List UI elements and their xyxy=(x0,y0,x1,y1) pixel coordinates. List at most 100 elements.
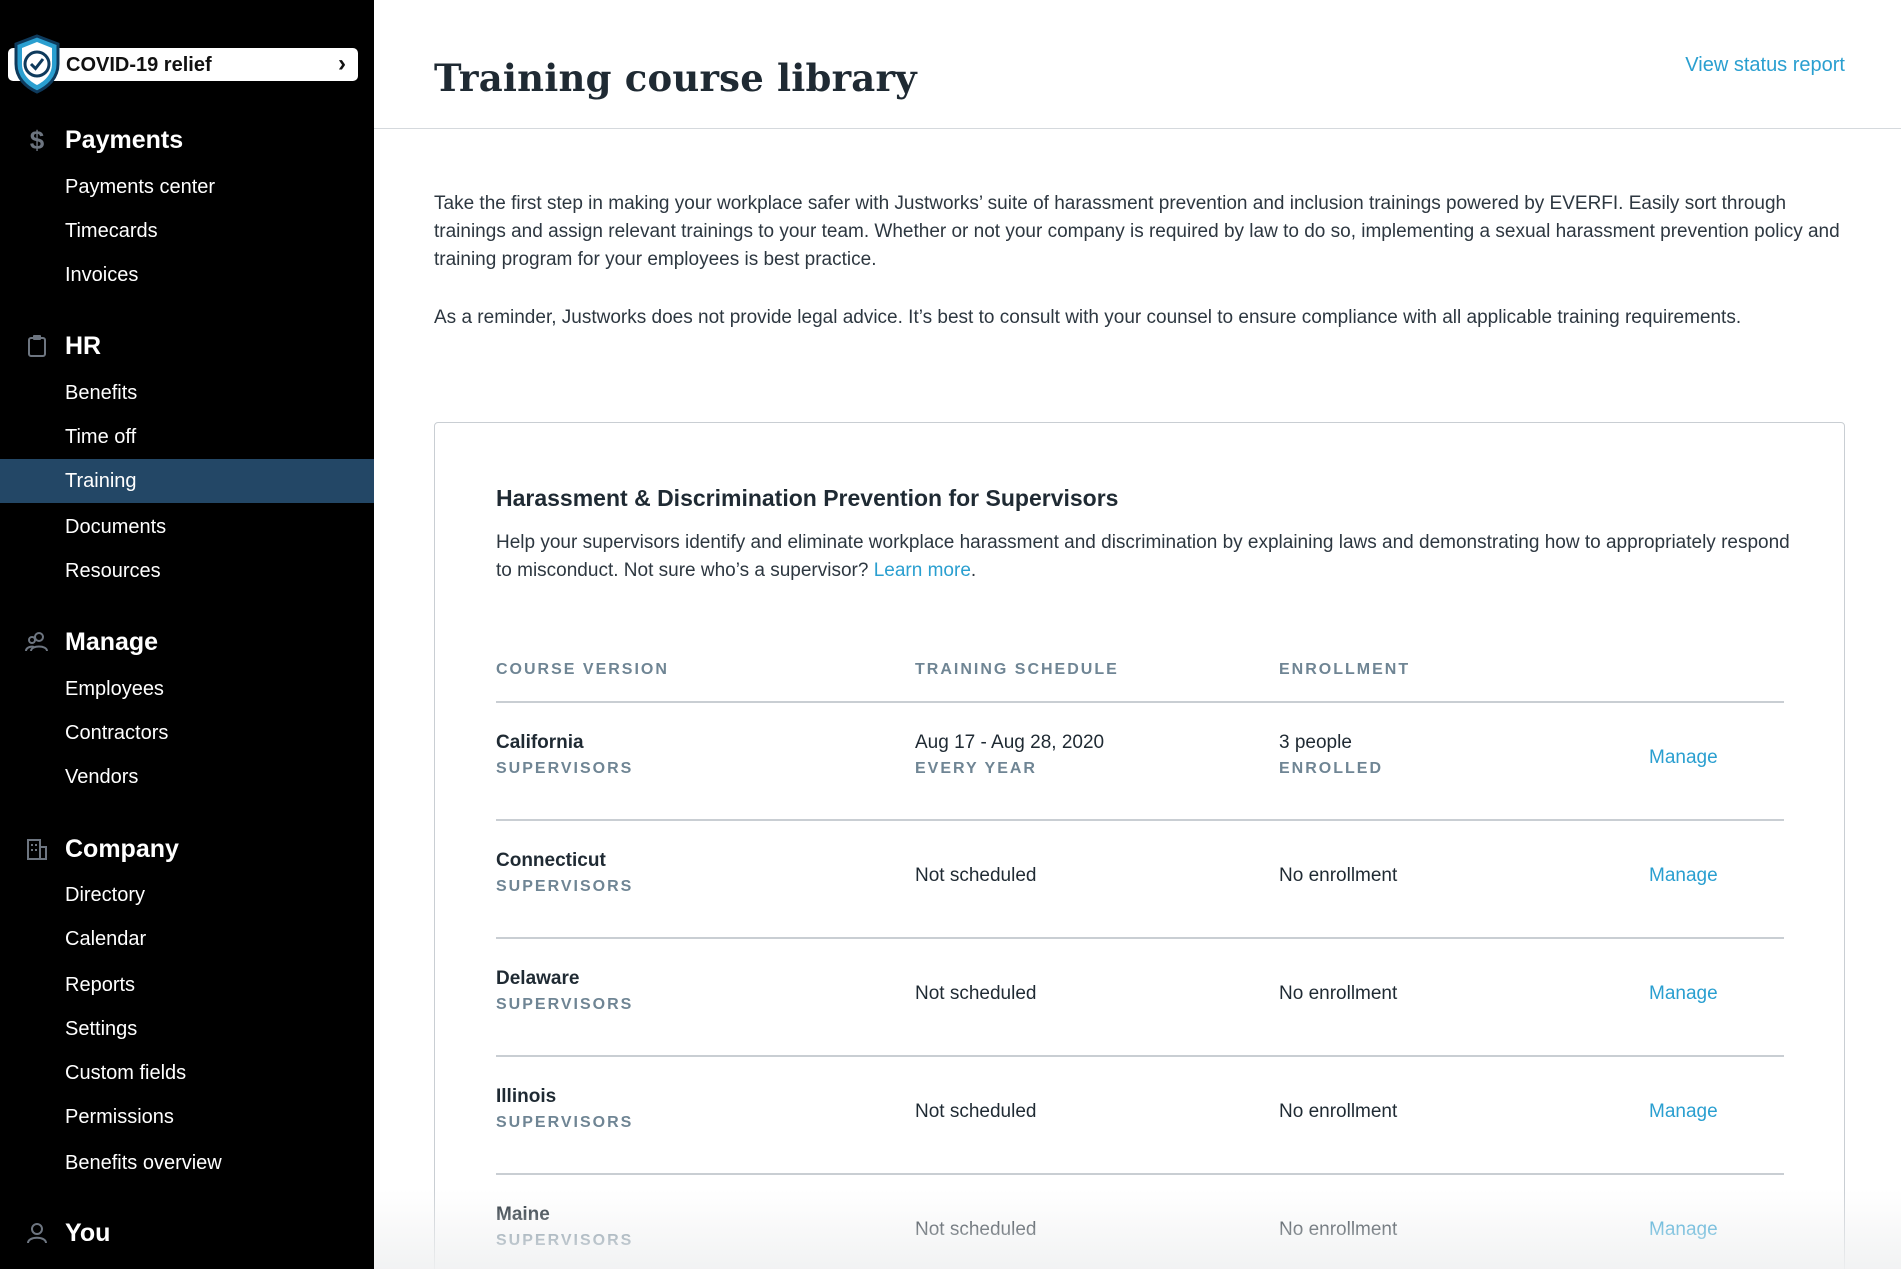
sidebar-item-settings[interactable]: Settings xyxy=(0,1007,374,1051)
sidebar-item-label: Calendar xyxy=(65,927,147,950)
table-row: Connecticut SUPERVISORS Not scheduled No… xyxy=(496,820,1784,938)
sidebar-item-label: Vendors xyxy=(65,765,139,788)
sidebar-item-label: Reports xyxy=(65,973,136,996)
schedule-dates: Not scheduled xyxy=(915,865,1037,886)
enrollment-status: ENROLLED xyxy=(1279,760,1383,777)
main-content: Training course library View status repo… xyxy=(374,0,1901,1269)
sidebar-item-timecards[interactable]: Timecards xyxy=(0,209,374,253)
course-audience: SUPERVISORS xyxy=(496,878,634,895)
table-row: Illinois SUPERVISORS Not scheduled No en… xyxy=(496,1056,1784,1174)
course-card: Harassment & Discrimination Prevention f… xyxy=(434,422,1845,1269)
sidebar-item-label: Training xyxy=(65,469,137,492)
sidebar-section-payments[interactable]: $ Payments xyxy=(0,120,374,160)
sidebar-item-label: Documents xyxy=(65,515,167,538)
column-header-course-version: COURSE VERSION xyxy=(496,661,669,678)
view-status-report-link[interactable]: View status report xyxy=(1685,54,1845,77)
dollar-icon: $ xyxy=(29,124,45,155)
sidebar-item-training[interactable]: Training xyxy=(0,459,374,503)
course-state: Connecticut xyxy=(496,850,606,871)
sidebar-item-label: Employees xyxy=(65,677,164,700)
learn-more-link[interactable]: Learn more xyxy=(874,560,971,581)
sidebar-item-custom-fields[interactable]: Custom fields xyxy=(0,1051,374,1095)
enrollment-count: No enrollment xyxy=(1279,1101,1398,1122)
schedule-dates: Aug 17 - Aug 28, 2020 xyxy=(915,732,1105,753)
people-icon xyxy=(24,629,50,655)
clipboard-icon xyxy=(24,333,50,359)
sidebar-section-hr[interactable]: HR xyxy=(0,326,374,366)
schedule-frequency: EVERY YEAR xyxy=(915,760,1037,777)
sidebar-item-label: Benefits overview xyxy=(65,1151,222,1174)
sidebar-item-benefits-overview[interactable]: Benefits overview xyxy=(0,1141,374,1185)
course-state: Illinois xyxy=(496,1086,557,1107)
sidebar-section-you[interactable]: You xyxy=(0,1213,374,1253)
manage-link[interactable]: Manage xyxy=(1649,747,1718,769)
sidebar-item-label: Timecards xyxy=(65,219,158,242)
column-header-training-schedule: TRAINING SCHEDULE xyxy=(915,661,1119,678)
sidebar-section-company[interactable]: Company xyxy=(0,829,374,869)
sidebar-item-invoices[interactable]: Invoices xyxy=(0,253,374,297)
sidebar-item-employees[interactable]: Employees xyxy=(0,667,374,711)
sidebar-item-contractors[interactable]: Contractors xyxy=(0,711,374,755)
course-state: Delaware xyxy=(496,968,580,989)
sidebar-item-label: Payments center xyxy=(65,175,216,198)
sidebar-item-vendors[interactable]: Vendors xyxy=(0,755,374,799)
sidebar-item-label: Directory xyxy=(65,883,146,906)
covid-relief-button[interactable]: COVID-19 relief › xyxy=(8,34,358,94)
page-title: Training course library xyxy=(434,56,917,100)
sidebar-item-time-off[interactable]: Time off xyxy=(0,415,374,459)
sidebar-item-label: Resources xyxy=(65,559,161,582)
course-audience: SUPERVISORS xyxy=(496,760,634,777)
sidebar-item-label: Invoices xyxy=(65,263,139,286)
sidebar-item-benefits[interactable]: Benefits xyxy=(0,371,374,415)
course-state: California xyxy=(496,732,584,753)
sidebar-item-label: Custom fields xyxy=(65,1061,187,1084)
manage-link[interactable]: Manage xyxy=(1649,1101,1718,1123)
sidebar: COVID-19 relief › $ Payments Payments ce… xyxy=(0,0,374,1269)
table-row: Maine SUPERVISORS Not scheduled No enrol… xyxy=(496,1174,1784,1269)
sidebar-item-label: Permissions xyxy=(65,1105,174,1128)
manage-link[interactable]: Manage xyxy=(1649,865,1718,887)
course-title: Harassment & Discrimination Prevention f… xyxy=(496,485,1119,511)
enrollment-count: 3 people xyxy=(1279,732,1352,753)
building-icon xyxy=(24,836,50,862)
sidebar-section-manage[interactable]: Manage xyxy=(0,622,374,662)
column-header-enrollment: ENROLLMENT xyxy=(1279,661,1411,678)
person-icon xyxy=(24,1220,50,1246)
course-description-end: . xyxy=(970,560,977,581)
sidebar-item-documents[interactable]: Documents xyxy=(0,505,374,549)
course-description-text: Help your supervisors identify and elimi… xyxy=(496,532,1790,581)
sidebar-item-label: Contractors xyxy=(65,721,169,744)
schedule-dates: Not scheduled xyxy=(915,1219,1037,1240)
sidebar-item-calendar[interactable]: Calendar xyxy=(0,917,374,961)
table-row: California SUPERVISORS Aug 17 - Aug 28, … xyxy=(496,702,1784,820)
chevron-right-icon: › xyxy=(338,50,346,77)
sidebar-item-payments-center[interactable]: Payments center xyxy=(0,165,374,209)
intro-paragraph: Take the first step in making your workp… xyxy=(434,193,1840,270)
sidebar-item-label: Benefits xyxy=(65,381,138,404)
sidebar-section-label: Payments xyxy=(65,125,184,154)
enrollment-count: No enrollment xyxy=(1279,1219,1398,1240)
course-state: Maine xyxy=(496,1204,550,1225)
sidebar-section-label: You xyxy=(65,1218,111,1247)
schedule-dates: Not scheduled xyxy=(915,983,1037,1004)
sidebar-item-directory[interactable]: Directory xyxy=(0,873,374,917)
sidebar-item-permissions[interactable]: Permissions xyxy=(0,1095,374,1139)
sidebar-section-label: Company xyxy=(65,834,179,863)
header-divider xyxy=(374,128,1901,129)
sidebar-item-reports[interactable]: Reports xyxy=(0,963,374,1007)
shield-check-icon xyxy=(14,34,60,94)
manage-link[interactable]: Manage xyxy=(1649,983,1718,1005)
course-audience: SUPERVISORS xyxy=(496,996,634,1013)
sidebar-item-resources[interactable]: Resources xyxy=(0,549,374,593)
sidebar-item-label: Settings xyxy=(65,1017,138,1040)
covid-relief-label: COVID-19 relief xyxy=(66,54,212,76)
enrollment-count: No enrollment xyxy=(1279,865,1398,886)
sidebar-item-label: Time off xyxy=(65,425,137,448)
manage-link[interactable]: Manage xyxy=(1649,1219,1718,1241)
sidebar-section-label: Manage xyxy=(65,627,159,656)
course-audience: SUPERVISORS xyxy=(496,1232,634,1249)
course-description: Help your supervisors identify and elimi… xyxy=(496,529,1796,585)
enrollment-count: No enrollment xyxy=(1279,983,1398,1004)
sidebar-section-label: HR xyxy=(65,331,102,360)
course-audience: SUPERVISORS xyxy=(496,1114,634,1131)
